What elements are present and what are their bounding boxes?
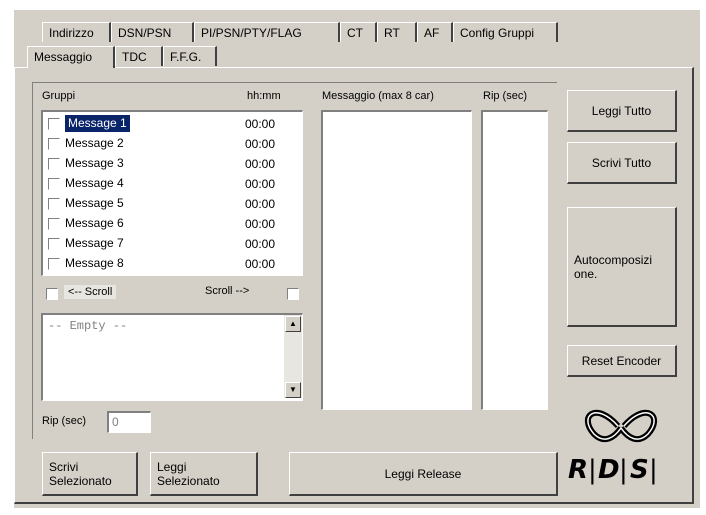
empty-placeholder-text: -- Empty -- — [48, 319, 128, 333]
tab-indirizzo[interactable]: Indirizzo — [42, 22, 111, 42]
scroll-right-checkbox[interactable] — [287, 288, 299, 300]
group-checkbox[interactable] — [48, 138, 60, 150]
group-time: 00:00 — [245, 137, 276, 151]
tab-ct[interactable]: CT — [340, 22, 377, 42]
group-name: Message 3 — [65, 156, 124, 170]
group-name: Message 1 — [65, 115, 130, 132]
list-item[interactable]: Message 6 00:00 — [45, 214, 299, 234]
group-time: 00:00 — [245, 217, 276, 231]
group-name: Message 7 — [65, 236, 124, 250]
svg-text:|: | — [649, 455, 658, 485]
message-text-list[interactable] — [321, 110, 472, 410]
vertical-scrollbar[interactable]: ▲ ▼ — [284, 315, 302, 398]
leggi-selezionato-button[interactable]: Leggi Selezionato — [150, 452, 258, 496]
tab-dsn-psn[interactable]: DSN/PSN — [111, 22, 194, 42]
list-item[interactable]: Message 2 00:00 — [45, 134, 299, 154]
reset-encoder-button[interactable]: Reset Encoder — [567, 345, 677, 377]
tab-f-f-g-[interactable]: F.F.G. — [163, 46, 217, 66]
rip-input[interactable]: 0 — [107, 411, 151, 433]
list-item[interactable]: Message 5 00:00 — [45, 194, 299, 214]
scroll-left-checkbox[interactable] — [46, 288, 58, 300]
tab-tdc[interactable]: TDC — [115, 46, 163, 66]
group-name: Message 5 — [65, 196, 124, 210]
groups-label: Gruppi — [42, 90, 76, 102]
group-checkbox[interactable] — [48, 258, 60, 270]
scroll-left-label: <-- Scroll — [64, 285, 117, 299]
svg-text:S: S — [630, 455, 649, 485]
group-name: Message 2 — [65, 136, 124, 150]
scroll-down-icon[interactable]: ▼ — [285, 382, 301, 398]
group-time: 00:00 — [245, 117, 276, 131]
svg-text:D: D — [598, 455, 620, 485]
svg-text:R: R — [568, 455, 588, 485]
rds-logo: R | D | S | — [566, 386, 676, 486]
group-name: Message 8 — [65, 256, 124, 270]
tab-config-gruppi[interactable]: Config Gruppi — [453, 22, 558, 42]
scroll-right-label: Scroll --> — [205, 285, 250, 297]
list-item[interactable]: Message 3 00:00 — [45, 154, 299, 174]
scroll-up-icon[interactable]: ▲ — [285, 316, 301, 332]
rds-logo-icon: R | D | S | — [568, 409, 658, 485]
list-item[interactable]: Message 4 00:00 — [45, 174, 299, 194]
group-checkbox[interactable] — [48, 118, 60, 130]
scrivi-selezionato-button[interactable]: Scrivi Selezionato — [42, 452, 138, 496]
group-checkbox[interactable] — [48, 158, 60, 170]
rip-input-value: 0 — [112, 415, 119, 429]
group-time: 00:00 — [245, 257, 276, 271]
list-item[interactable]: Message 1 00:00 — [45, 114, 299, 134]
group-time: 00:00 — [245, 237, 276, 251]
rip-header-label: Rip (sec) — [483, 90, 528, 102]
tab-rt[interactable]: RT — [377, 22, 417, 42]
tab-messaggio[interactable]: Messaggio — [27, 46, 115, 68]
scrivi-tutto-button[interactable]: Scrivi Tutto — [567, 142, 677, 184]
message-preview-box[interactable]: -- Empty -- ▲ ▼ — [41, 313, 303, 401]
group-name: Message 4 — [65, 176, 124, 190]
group-name: Message 6 — [65, 216, 124, 230]
rip-list[interactable] — [481, 110, 548, 410]
tab-af[interactable]: AF — [417, 22, 453, 42]
message-header-label: Messaggio (max 8 car) — [322, 90, 434, 102]
list-item[interactable]: Message 8 00:00 — [45, 254, 299, 274]
group-checkbox[interactable] — [48, 238, 60, 250]
autocomposizione-button[interactable]: Autocomposizi one. — [567, 207, 677, 327]
svg-text:|: | — [619, 455, 628, 485]
leggi-tutto-button[interactable]: Leggi Tutto — [567, 90, 677, 132]
group-checkbox[interactable] — [48, 218, 60, 230]
group-checkbox[interactable] — [48, 198, 60, 210]
group-checkbox[interactable] — [48, 178, 60, 190]
tab-pi-psn-pty-flag[interactable]: PI/PSN/PTY/FLAG — [194, 22, 340, 42]
svg-text:|: | — [588, 455, 597, 485]
list-item[interactable]: Message 7 00:00 — [45, 234, 299, 254]
group-time: 00:00 — [245, 197, 276, 211]
leggi-release-button[interactable]: Leggi Release — [289, 452, 558, 496]
rip-label: Rip (sec) — [42, 415, 87, 427]
time-header-label: hh:mm — [247, 90, 281, 102]
group-time: 00:00 — [245, 157, 276, 171]
groups-list[interactable]: Message 1 00:00 Message 2 00:00 Message 3 00:… — [41, 110, 303, 276]
group-time: 00:00 — [245, 177, 276, 191]
